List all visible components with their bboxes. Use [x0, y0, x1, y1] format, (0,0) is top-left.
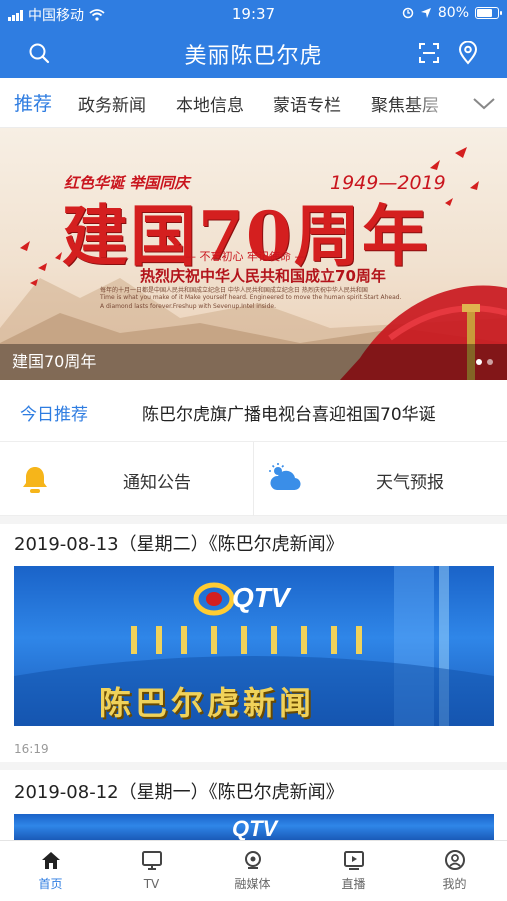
status-right: 80% [402, 5, 502, 21]
tab-tv[interactable]: TV [101, 845, 202, 901]
news-thumbnail[interactable]: QTV 陈巴尔虎新闻 [14, 566, 494, 726]
carousel-dot[interactable] [476, 359, 482, 365]
tab-label: 我的 [442, 877, 467, 891]
nav-bar: 美丽陈巴尔虎 [0, 28, 507, 78]
tab-home[interactable]: 首页 [0, 845, 101, 901]
weather-icon[interactable] [268, 462, 302, 496]
tv-icon [141, 851, 162, 870]
thumb-caption: 陈巴尔虎新闻 [99, 684, 316, 722]
recommend-headline[interactable]: 陈巴尔虎旗广播电视台喜迎祖国70华诞 [142, 400, 436, 425]
bottom-tab-bar: 首页 TV 融媒体 直播 我的 [0, 840, 507, 900]
status-bar: 中国移动 19:37 80% [0, 0, 507, 28]
poster-subtitle: 热烈庆祝中华人民共和国成立70周年 [140, 267, 386, 285]
battery-percent: 80% [437, 5, 469, 21]
tab-profile[interactable]: 我的 [404, 845, 505, 901]
location-arrow-icon [420, 8, 431, 18]
thumb-logo: QTV [232, 816, 278, 840]
live-icon [343, 851, 364, 870]
alarm-icon [402, 7, 414, 19]
news-title[interactable]: 2019-08-13（星期二）《陈巴尔虎新闻》 [14, 530, 344, 556]
poster-slogan: — 不忘初心 牢记使命 — [185, 250, 306, 263]
scan-icon[interactable] [416, 40, 442, 66]
category-tabs: 推荐 政务新闻 本地信息 蒙语专栏 聚焦基层 [0, 78, 507, 128]
tabs-fade [407, 78, 467, 127]
news-time: 16:19 [14, 742, 49, 756]
tab-live[interactable]: 直播 [303, 845, 404, 901]
carousel-dots [476, 359, 493, 365]
location-pin-icon[interactable] [455, 40, 481, 66]
section-separator [0, 516, 507, 524]
tab-label: 直播 [341, 877, 366, 891]
weather-link[interactable]: 天气预报 [376, 468, 444, 493]
battery-icon [475, 7, 502, 19]
news-thumbnail[interactable]: QTV [14, 814, 494, 840]
tab-recommend[interactable]: 推荐 [14, 89, 52, 116]
bell-icon[interactable] [18, 462, 52, 496]
recommend-label: 今日推荐 [20, 405, 88, 425]
today-recommend[interactable]: 今日推荐 陈巴尔虎旗广播电视台喜迎祖国70华诞 [0, 380, 507, 442]
poster-fine-print: A diamond lasts forever.Freshup with Sev… [100, 303, 276, 310]
tab-label: 首页 [38, 877, 63, 891]
tab-mongolian-column[interactable]: 蒙语专栏 [273, 91, 341, 116]
profile-icon [444, 850, 465, 870]
tab-label: 融媒体 [234, 877, 271, 891]
tab-local-info[interactable]: 本地信息 [176, 91, 244, 116]
chevron-down-icon[interactable] [469, 88, 499, 118]
carousel-dot[interactable] [487, 359, 493, 365]
tab-media[interactable]: 融媒体 [202, 845, 303, 901]
home-icon [41, 852, 60, 869]
banner-caption: 建国70周年 [12, 352, 97, 371]
news-title[interactable]: 2019-08-12（星期一）《陈巴尔虎新闻》 [14, 778, 344, 804]
quick-divider [253, 442, 254, 516]
notice-link[interactable]: 通知公告 [123, 468, 191, 493]
section-separator [0, 762, 507, 770]
quick-links: 通知公告 天气预报 [0, 442, 507, 516]
media-icon [244, 851, 261, 869]
banner-carousel[interactable]: 红色华诞 举国同庆 1949—2019 建国70周年 — 不忘初心 牢记使命 —… [0, 128, 507, 380]
poster-fine-print: Time is what you make of it Make yoursel… [100, 294, 402, 301]
poster-fine-print: 每年的十月一日都是中国人民共和国成立纪念日 中华人民共和国成立纪念日 热烈庆祝中… [100, 287, 368, 294]
thumb-logo: QTV [232, 582, 290, 613]
tab-label: TV [143, 877, 160, 891]
tab-government-news[interactable]: 政务新闻 [78, 91, 146, 116]
